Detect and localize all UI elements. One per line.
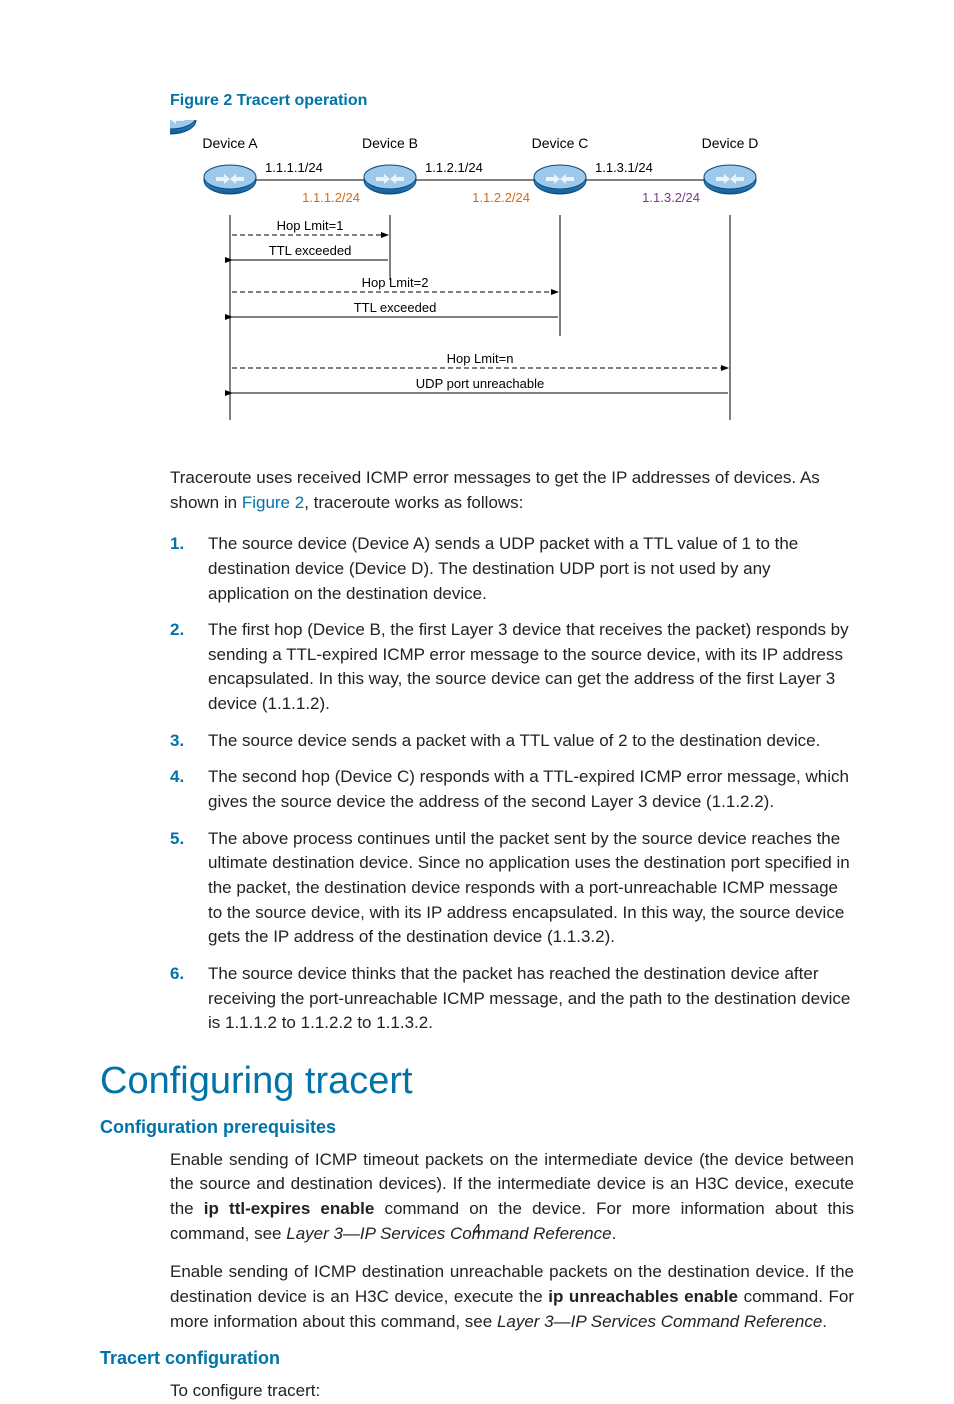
page-number: 4 xyxy=(0,1222,954,1240)
command-text: ip ttl-expires enable xyxy=(204,1199,375,1218)
router-icon xyxy=(364,165,416,194)
router-icon xyxy=(704,165,756,194)
list-item: The source device thinks that the packet… xyxy=(208,962,854,1036)
hop-label: Hop Lmit=1 xyxy=(277,218,344,233)
text: , traceroute works as follows: xyxy=(304,493,523,512)
ip-label: 1.1.3.1/24 xyxy=(595,160,653,175)
router-icon xyxy=(534,165,586,194)
list-item: The source device (Device A) sends a UDP… xyxy=(208,532,854,606)
device-label: Device A xyxy=(202,135,258,151)
hop-label: UDP port unreachable xyxy=(416,376,544,391)
heading-tracert-config: Tracert configuration xyxy=(100,1348,854,1369)
ip-label: 1.1.2.1/24 xyxy=(425,160,483,175)
hop-label: Hop Lmit=2 xyxy=(362,275,429,290)
router-icon xyxy=(204,165,256,194)
steps-list: The source device (Device A) sends a UDP… xyxy=(170,532,854,1036)
figure-tracert-operation: Device A Device B Device C Device D 1.1.… xyxy=(170,120,854,430)
list-item: The second hop (Device C) responds with … xyxy=(208,765,854,814)
hop-label: TTL exceeded xyxy=(269,243,352,258)
device-label: Device B xyxy=(362,135,418,151)
heading-config-prereq: Configuration prerequisites xyxy=(100,1117,854,1138)
hop-label: Hop Lmit=n xyxy=(447,351,514,366)
list-item: The above process continues until the pa… xyxy=(208,827,854,950)
ip-label: 1.1.3.2/24 xyxy=(642,190,700,205)
ip-label: 1.1.1.2/24 xyxy=(302,190,360,205)
ip-label: 1.1.1.1/24 xyxy=(265,160,323,175)
command-text: ip unreachables enable xyxy=(548,1287,738,1306)
ip-label: 1.1.2.2/24 xyxy=(472,190,530,205)
text: . xyxy=(822,1312,827,1331)
list-item: The source device sends a packet with a … xyxy=(208,729,854,754)
paragraph: To configure tracert: xyxy=(170,1379,854,1404)
device-label: Device D xyxy=(702,135,759,151)
figure-caption: Figure 2 Tracert operation xyxy=(170,92,854,110)
list-item: The first hop (Device B, the first Layer… xyxy=(208,618,854,717)
hop-label: TTL exceeded xyxy=(354,300,437,315)
figure-link[interactable]: Figure 2 xyxy=(242,493,304,512)
device-label: Device C xyxy=(532,135,589,151)
paragraph: Enable sending of ICMP destination unrea… xyxy=(170,1260,854,1334)
heading-configuring-tracert: Configuring tracert xyxy=(100,1060,854,1103)
reference-text: Layer 3—IP Services Command Reference xyxy=(497,1312,822,1331)
intro-paragraph: Traceroute uses received ICMP error mess… xyxy=(170,466,854,515)
